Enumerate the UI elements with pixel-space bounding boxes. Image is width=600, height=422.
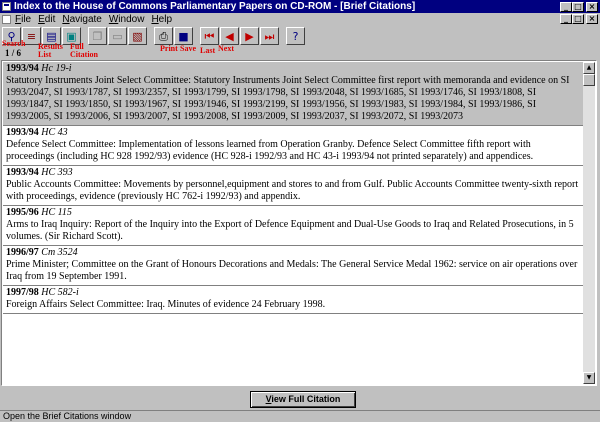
app-icon[interactable] (2, 2, 11, 11)
last-label: Last (200, 46, 216, 55)
doc-minimize-button[interactable]: _ (560, 14, 572, 24)
menu-file[interactable]: File (15, 14, 31, 25)
full-citation-label: Full Citation (70, 42, 98, 59)
citation-row[interactable]: 1995/96 HC 115 Arms to Iraq Inquiry: Rep… (3, 206, 584, 246)
results-list-label: Results List (38, 42, 63, 59)
citation-row[interactable]: 1993/94 HC 43 Defence Select Committee: … (3, 126, 584, 166)
citation-row[interactable]: 1993/94 HC 393 Public Accounts Committee… (3, 166, 584, 206)
citation-heading: 1997/98 HC 582-i (6, 287, 79, 298)
window-controls: _ □ × (560, 1, 598, 12)
up-arrow-icon: ▲ (586, 64, 592, 71)
status-bar: Open the Brief Citations window (0, 410, 600, 422)
citation-heading: 1995/96 HC 115 (6, 207, 72, 218)
scroll-thumb[interactable] (583, 74, 595, 86)
document-window-controls: _ □ × (560, 14, 598, 24)
citation-text: Prime Minister; Committee on the Grant o… (6, 259, 578, 282)
citation-text: Public Accounts Committee: Movements by … (6, 179, 579, 202)
doc-restore-button[interactable]: □ (572, 14, 584, 24)
vertical-scrollbar[interactable]: ▲ ▼ (583, 62, 595, 384)
save-label: Save (180, 44, 196, 53)
citation-heading: 1993/94 HC 393 (6, 167, 73, 178)
menu-window[interactable]: Window (109, 14, 145, 25)
menu-edit[interactable]: Edit (38, 14, 55, 25)
citations-viewport: 1993/94 Hc 19-i Statutory Instruments Jo… (3, 62, 584, 384)
toolbar-labels: Search Results List Full Citation Print … (0, 40, 600, 60)
minimize-button[interactable]: _ (560, 1, 572, 12)
window-title: Index to the House of Commons Parliament… (14, 1, 416, 12)
citation-row[interactable]: 1993/94 Hc 19-i Statutory Instruments Jo… (3, 62, 584, 126)
record-counter: 1 / 6 (5, 48, 22, 58)
menu-help[interactable]: Help (151, 14, 172, 25)
menu-bar: File Edit Navigate Window Help _ □ × (0, 13, 600, 25)
brief-citations-list[interactable]: 1993/94 Hc 19-i Statutory Instruments Jo… (1, 60, 597, 386)
citation-heading: 1993/94 HC 43 (6, 127, 68, 138)
doc-close-button[interactable]: × (586, 14, 598, 24)
scroll-up-button[interactable]: ▲ (583, 62, 595, 74)
title-bar[interactable]: Index to the House of Commons Parliament… (0, 0, 600, 13)
citation-text: Arms to Iraq Inquiry: Report of the Inqu… (6, 219, 574, 242)
search-label: Search (2, 39, 26, 48)
citation-row[interactable]: 1997/98 HC 582-i Foreign Affairs Select … (3, 286, 584, 314)
citation-text: Defence Select Committee: Implementation… (6, 139, 534, 162)
maximize-button[interactable]: □ (572, 1, 584, 12)
citation-heading: 1996/97 Cm 3524 (6, 247, 78, 258)
print-label: Print (160, 44, 178, 53)
close-button[interactable]: × (586, 1, 598, 12)
menu-navigate[interactable]: Navigate (62, 14, 101, 25)
citation-text: Foreign Affairs Select Committee: Iraq. … (6, 299, 326, 310)
document-icon[interactable] (2, 14, 11, 24)
citation-row[interactable]: 1996/97 Cm 3524 Prime Minister; Committe… (3, 246, 584, 286)
scroll-down-button[interactable]: ▼ (583, 372, 595, 384)
view-full-citation-button[interactable]: View Full Citation (250, 391, 356, 408)
next-label: Next (218, 44, 234, 53)
citation-text: Statutory Instruments Joint Select Commi… (6, 75, 570, 122)
down-arrow-icon: ▼ (586, 374, 592, 381)
citation-heading: 1993/94 Hc 19-i (6, 63, 72, 74)
